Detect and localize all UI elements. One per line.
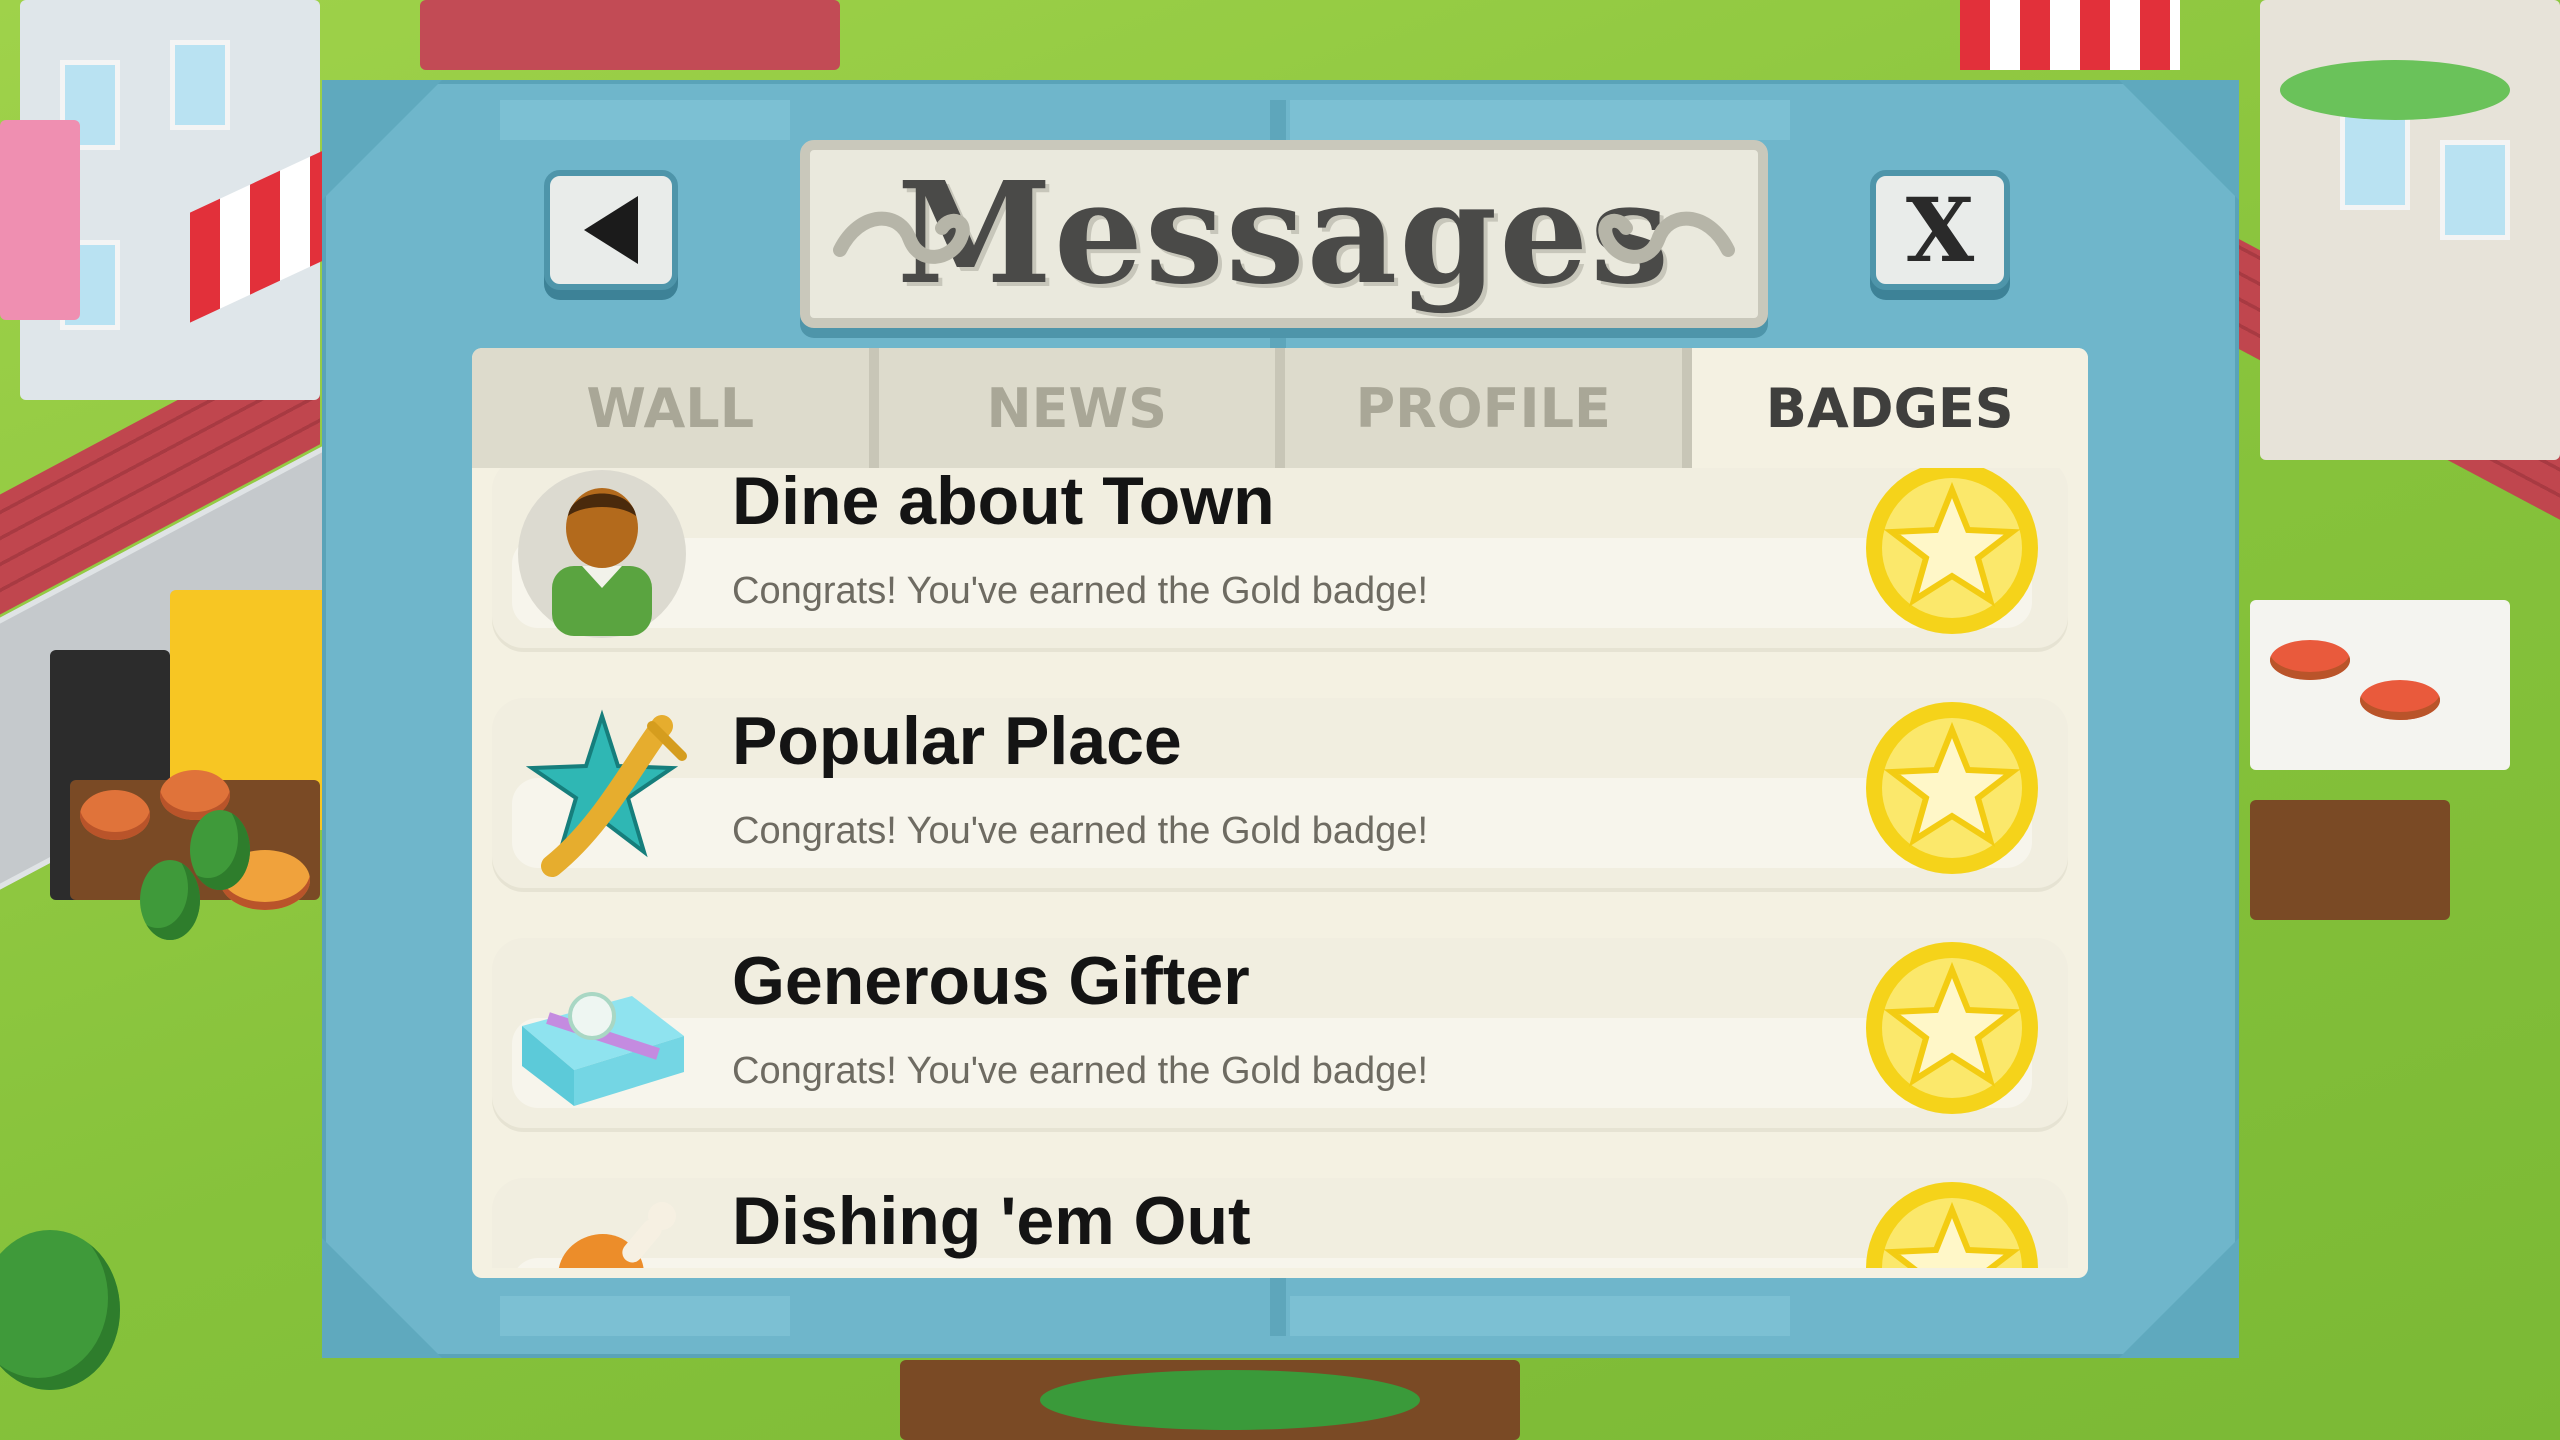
badge-message: Congrats! You've earned the Gold badge! [732, 1050, 1429, 1092]
gold-badge-icon[interactable] [1862, 468, 2042, 638]
food-bowl [80, 790, 150, 840]
bottom-plants [1040, 1370, 1420, 1430]
potted-tree [190, 810, 250, 890]
left-flourish-icon [833, 211, 970, 264]
frame-stripe [1290, 1296, 1790, 1336]
tab-wall[interactable]: WALL [472, 348, 879, 468]
frame-corner [2119, 1238, 2239, 1358]
tab-news[interactable]: NEWS [878, 348, 1285, 468]
building-top-red [420, 0, 840, 70]
chicken-leg-icon [559, 1202, 676, 1268]
awning-top-right [1960, 0, 2180, 70]
tab-bar: WALL NEWS PROFILE BADGES [472, 348, 2088, 468]
tab-profile[interactable]: PROFILE [1285, 348, 1692, 468]
messages-panel: WALL NEWS PROFILE BADGES Dine about Town… [472, 348, 2088, 1278]
close-icon: X [1905, 178, 1975, 282]
list-item[interactable]: Dine about Town Congrats! You've earned … [492, 468, 2068, 648]
frame-corner [322, 80, 442, 200]
frame-stripe [500, 100, 790, 140]
dialog-title: Messages [896, 152, 1672, 316]
list-item[interactable]: Generous Gifter Congrats! You've earned … [492, 938, 2068, 1128]
potted-tree [140, 860, 200, 940]
frame-corner [2119, 80, 2239, 200]
list-item[interactable]: Popular Place Congrats! You've earned th… [492, 698, 2068, 888]
building-left-pink [0, 120, 80, 320]
kitchen-table [2250, 800, 2450, 920]
badge-message: Congrats! You've earned the Gold badge! [732, 810, 1429, 852]
flower-box-right [2280, 60, 2510, 120]
badge-list[interactable]: Dine about Town Congrats! You've earned … [492, 468, 2068, 1268]
badge-message: Congrats! You've earned the Gold badge! [732, 570, 1429, 612]
food-tray [2270, 640, 2350, 680]
food-tray [2360, 680, 2440, 720]
title-plate: Messages [800, 140, 1768, 328]
frame-stripe [500, 1296, 790, 1336]
gift-box-icon [522, 992, 684, 1106]
star-fork-icon [525, 709, 687, 877]
back-button[interactable] [544, 170, 678, 290]
list-item[interactable]: Dishing 'em Out [492, 1178, 2068, 1268]
badge-title: Dine about Town [732, 468, 1275, 539]
frame-stripe [1290, 100, 1790, 140]
badge-title: Popular Place [732, 703, 1182, 779]
badge-title: Generous Gifter [732, 943, 1250, 1019]
gold-badge-icon[interactable] [1862, 938, 2042, 1118]
badge-title: Dishing 'em Out [732, 1183, 1251, 1259]
tab-badges[interactable]: BADGES [1691, 348, 2088, 468]
right-flourish-icon [1598, 211, 1735, 264]
gold-badge-icon[interactable] [1862, 698, 2042, 878]
diner-person-icon [518, 470, 686, 638]
back-arrow-icon [584, 196, 638, 264]
close-button[interactable]: X [1870, 170, 2010, 290]
gold-badge-icon[interactable] [1862, 1178, 2042, 1268]
frame-corner [322, 1238, 442, 1358]
